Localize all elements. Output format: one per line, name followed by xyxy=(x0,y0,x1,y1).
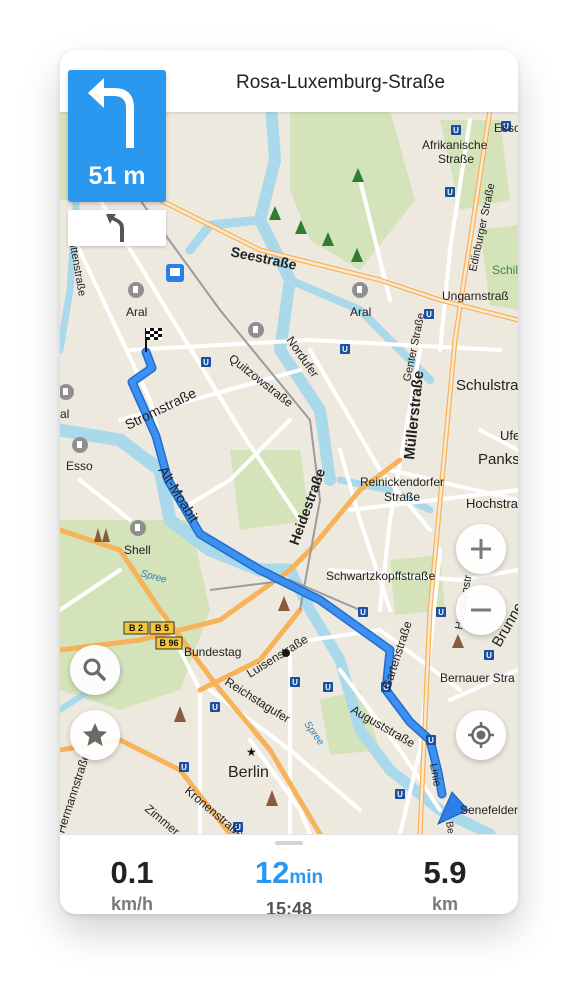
map-label: Esso xyxy=(494,121,518,135)
shield-b5: B 5 xyxy=(155,623,169,633)
speed-unit: km/h xyxy=(110,894,153,914)
turn-distance: 51 m xyxy=(88,162,146,190)
distance-unit: km xyxy=(431,894,458,914)
distance-value: 5.9 xyxy=(423,855,467,890)
distance-stat: 5.9 km xyxy=(375,855,515,914)
svg-text:U: U xyxy=(397,790,403,799)
speed-value: 0.1 xyxy=(110,855,154,890)
map-label: Ufe xyxy=(500,428,518,443)
svg-text:U: U xyxy=(360,608,366,617)
zoom-in-button[interactable] xyxy=(456,524,506,574)
svg-text:U: U xyxy=(292,678,298,687)
eta-unit: min xyxy=(289,867,324,888)
search-button[interactable] xyxy=(70,645,120,695)
shield-b2: B 2 xyxy=(129,623,143,633)
arrival-time: 15:48 xyxy=(265,899,313,914)
slight-left-arrow-icon xyxy=(106,214,124,242)
svg-text:★: ★ xyxy=(246,745,257,759)
trip-info-panel[interactable]: 0.1 km/h 12min 15:48 5.9 km xyxy=(60,834,518,914)
map-label: Bernauer Stra xyxy=(440,671,515,685)
map-label: Senefelder xyxy=(460,803,518,817)
star-icon xyxy=(83,723,107,746)
map-label: Straße xyxy=(384,490,420,504)
turn-instruction-card[interactable]: 51 m xyxy=(68,70,166,202)
map-label: Straße xyxy=(438,152,474,166)
train-station-icon xyxy=(166,264,184,282)
next-turn-card[interactable] xyxy=(68,210,166,246)
eta-stat: 12min 15:48 xyxy=(219,855,359,914)
map-label: Hochstra xyxy=(466,496,518,511)
search-icon xyxy=(83,658,106,681)
svg-text:U: U xyxy=(212,703,218,712)
svg-text:U: U xyxy=(342,345,348,354)
turn-left-arrow-icon xyxy=(88,78,134,148)
map-label: Afrikanische xyxy=(422,138,488,152)
map-label: Aral xyxy=(126,305,147,319)
map-label: Schil xyxy=(492,263,518,277)
map-label: Schwartzkopffstraße xyxy=(326,569,435,583)
map-label: Aral xyxy=(350,305,371,319)
speed-stat: 0.1 km/h xyxy=(62,855,202,914)
current-street-name: Rosa-Luxemburg-Straße xyxy=(236,72,446,93)
map-label: Panks xyxy=(478,451,518,468)
favorites-button[interactable] xyxy=(70,710,120,760)
my-location-button[interactable] xyxy=(456,710,506,760)
svg-text:U: U xyxy=(181,763,187,772)
svg-text:U: U xyxy=(428,736,434,745)
map-label: Reinickendorfer xyxy=(360,475,444,489)
map-label: Ungarnstraß xyxy=(442,289,509,303)
svg-text:U: U xyxy=(486,651,492,660)
svg-text:U: U xyxy=(325,683,331,692)
minus-icon xyxy=(471,608,491,612)
svg-text:U: U xyxy=(453,126,459,135)
shield-b96: B 96 xyxy=(159,638,178,648)
svg-text:U: U xyxy=(447,188,453,197)
map-label: Schulstra xyxy=(456,377,518,394)
map-label: Shell xyxy=(124,543,151,557)
drag-handle[interactable] xyxy=(275,841,303,845)
svg-text:U: U xyxy=(438,608,444,617)
zoom-out-button[interactable] xyxy=(456,585,506,635)
map-label: Be xyxy=(443,821,456,834)
svg-text:U: U xyxy=(203,358,209,367)
map-label: Bundestag xyxy=(184,645,241,659)
map-label: Berlin xyxy=(228,764,269,781)
plus-icon xyxy=(471,539,491,559)
navigation-screen: UUU UUU UUU UUU UUU UU ★ B 2 B 5 B 96 Af… xyxy=(60,50,518,914)
crosshair-icon xyxy=(468,722,494,748)
map-label: Esso xyxy=(66,459,93,473)
map-label: al xyxy=(60,407,69,421)
eta-value: 12 xyxy=(254,855,290,890)
